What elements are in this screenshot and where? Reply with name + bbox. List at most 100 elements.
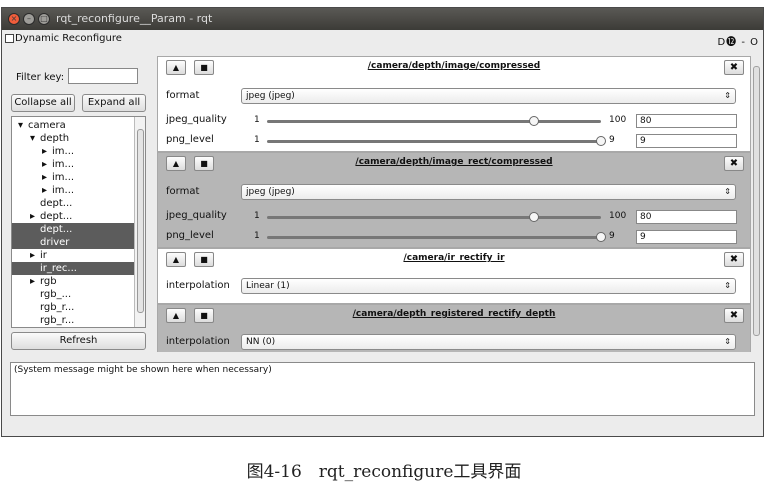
- tree-item[interactable]: dept...: [12, 223, 134, 236]
- jpeg-quality-input[interactable]: 80: [636, 210, 737, 224]
- parameters-scrollbar[interactable]: [752, 56, 761, 352]
- png-level-min: 1: [254, 231, 260, 241]
- expanded-arrow-icon[interactable]: ▾: [30, 132, 40, 145]
- filter-key-input[interactable]: [68, 68, 138, 84]
- tree-item[interactable]: ▸ im...: [12, 184, 134, 197]
- interpolation-value: Linear (1): [246, 281, 290, 291]
- slider-handle[interactable]: [596, 232, 606, 242]
- collapsed-arrow-icon[interactable]: ▸: [30, 249, 40, 262]
- jpeg-quality-slider[interactable]: [267, 212, 601, 222]
- jpeg-quality-input[interactable]: 80: [636, 114, 737, 128]
- interpolation-combo[interactable]: NN (0) ⇕: [241, 334, 736, 350]
- window-close-button[interactable]: ×: [8, 13, 20, 25]
- system-message-box: (System message might be shown here when…: [10, 362, 755, 416]
- tree-item[interactable]: driver: [12, 236, 134, 249]
- png-level-input[interactable]: 9: [636, 230, 737, 244]
- format-label: format: [166, 90, 200, 101]
- tree-item[interactable]: rgb_r...: [12, 314, 134, 327]
- tree-item-label: ir: [40, 250, 47, 261]
- tree-item[interactable]: ▸ rgb: [12, 275, 134, 288]
- collapsed-arrow-icon[interactable]: ▸: [30, 210, 40, 223]
- tree-item[interactable]: rgb_r...: [12, 301, 134, 314]
- tree-item[interactable]: ir_rec...: [12, 262, 134, 275]
- jpeg-quality-slider[interactable]: [267, 116, 601, 126]
- tree-item[interactable]: rgb_...: [12, 288, 134, 301]
- tree-item[interactable]: ▸ im...: [12, 171, 134, 184]
- window-maximize-button[interactable]: □: [38, 13, 50, 25]
- parameters-scroll-thumb[interactable]: [753, 66, 760, 336]
- window-minimize-button[interactable]: –: [23, 13, 35, 25]
- panel-title: /camera/depth_registered_rectify_depth: [352, 309, 556, 319]
- tree-item-label: dept...: [40, 224, 73, 235]
- collapse-all-button[interactable]: Collapse all: [11, 94, 75, 112]
- slider-handle[interactable]: [529, 212, 540, 222]
- close-icon[interactable]: ✖: [724, 308, 744, 323]
- param-group-panel: ▲ ■/camera/depth_registered_rectify_depth…: [157, 304, 751, 352]
- slider-handle[interactable]: [596, 136, 606, 146]
- tree-item-label: im...: [52, 185, 75, 196]
- tree-item[interactable]: ▸ im...: [12, 158, 134, 171]
- tree-item[interactable]: ▾ depth: [12, 132, 134, 145]
- collapsed-arrow-icon[interactable]: ▸: [42, 145, 52, 158]
- param-group-panel: ▲ ■/camera/depth/image_rect/compressed ✖ fo…: [157, 152, 751, 248]
- tree-scrollbar[interactable]: [134, 117, 145, 327]
- figure-caption: 图4-16 rqt_reconfigure工具界面: [246, 462, 522, 482]
- tree-item-label: im...: [52, 159, 75, 170]
- collapsed-arrow-icon[interactable]: ▸: [42, 184, 52, 197]
- png-level-input[interactable]: 9: [636, 134, 737, 148]
- dock-controls[interactable]: D⓬ - O: [717, 33, 759, 48]
- interpolation-combo[interactable]: Linear (1) ⇕: [241, 278, 736, 294]
- node-tree[interactable]: ▾ camera ▾ depth ▸ im... ▸ im... ▸ im... ▸ im... dep…: [11, 116, 146, 328]
- panel-title: /camera/depth/image/compressed: [367, 61, 541, 71]
- tree-item-label: im...: [52, 172, 75, 183]
- updown-arrow-icon: ⇕: [724, 337, 731, 346]
- param-group-panel: ▲ ■/camera/depth/image/compressed ✖ format j…: [157, 56, 751, 152]
- collapsed-arrow-icon[interactable]: ▸: [30, 275, 40, 288]
- dock-title: Dynamic Reconfigure: [15, 33, 122, 44]
- panel-header: ▲ ■/camera/depth/image_rect/compressed ✖: [158, 153, 750, 175]
- close-icon[interactable]: ✖: [724, 156, 744, 171]
- refresh-button[interactable]: Refresh: [11, 332, 146, 350]
- slider-handle[interactable]: [529, 116, 540, 126]
- collapsed-arrow-icon[interactable]: ▸: [42, 171, 52, 184]
- panel-title: /camera/depth/image_rect/compressed: [355, 157, 553, 167]
- png-level-label: png_level: [166, 230, 214, 241]
- tree-item[interactable]: ▸ im...: [12, 145, 134, 158]
- tree-item-label: camera: [28, 120, 66, 131]
- tree-item-label: ir_rec...: [40, 263, 77, 274]
- updown-arrow-icon: ⇕: [724, 91, 731, 100]
- jpeg-quality-label: jpeg_quality: [166, 210, 227, 221]
- tree-item[interactable]: ▸ dept...: [12, 210, 134, 223]
- tree-item-label: rgb_r...: [40, 302, 75, 313]
- close-icon[interactable]: ✖: [724, 252, 744, 267]
- tree-scroll-thumb[interactable]: [137, 129, 144, 313]
- expanded-arrow-icon[interactable]: ▾: [18, 119, 28, 132]
- jpeg-quality-min: 1: [254, 115, 260, 125]
- png-level-slider[interactable]: [267, 136, 606, 146]
- tree-item-label: im...: [52, 146, 75, 157]
- expand-all-button[interactable]: Expand all: [82, 94, 146, 112]
- format-label: format: [166, 186, 200, 197]
- plugin-icon: [5, 34, 14, 43]
- rqt-window: × – □ rqt_reconfigure__Param - rqt Dynam…: [1, 7, 764, 437]
- tree-item[interactable]: dept...: [12, 197, 134, 210]
- tree-item-label: dept...: [40, 211, 73, 222]
- updown-arrow-icon: ⇕: [724, 281, 731, 290]
- close-icon[interactable]: ✖: [724, 60, 744, 75]
- png-level-label: png_level: [166, 134, 214, 145]
- format-combo[interactable]: jpeg (jpeg) ⇕: [241, 88, 736, 104]
- updown-arrow-icon: ⇕: [724, 187, 731, 196]
- collapsed-arrow-icon[interactable]: ▸: [42, 158, 52, 171]
- panel-title: /camera/ir_rectify_ir: [403, 253, 505, 263]
- tree-item-label: depth: [40, 133, 70, 144]
- interpolation-value: NN (0): [246, 337, 276, 347]
- tree-item[interactable]: ▾ camera: [12, 119, 134, 132]
- png-level-slider[interactable]: [267, 232, 606, 242]
- png-level-min: 1: [254, 135, 260, 145]
- jpeg-quality-label: jpeg_quality: [166, 114, 227, 125]
- panel-header: ▲ ■/camera/ir_rectify_ir ✖: [158, 249, 750, 271]
- tree-item[interactable]: ▸ ir: [12, 249, 134, 262]
- param-group-panel: ▲ ■/camera/ir_rectify_ir ✖ interpolation Lin…: [157, 248, 751, 304]
- format-combo[interactable]: jpeg (jpeg) ⇕: [241, 184, 736, 200]
- panel-header: ▲ ■/camera/depth/image/compressed ✖: [158, 57, 750, 79]
